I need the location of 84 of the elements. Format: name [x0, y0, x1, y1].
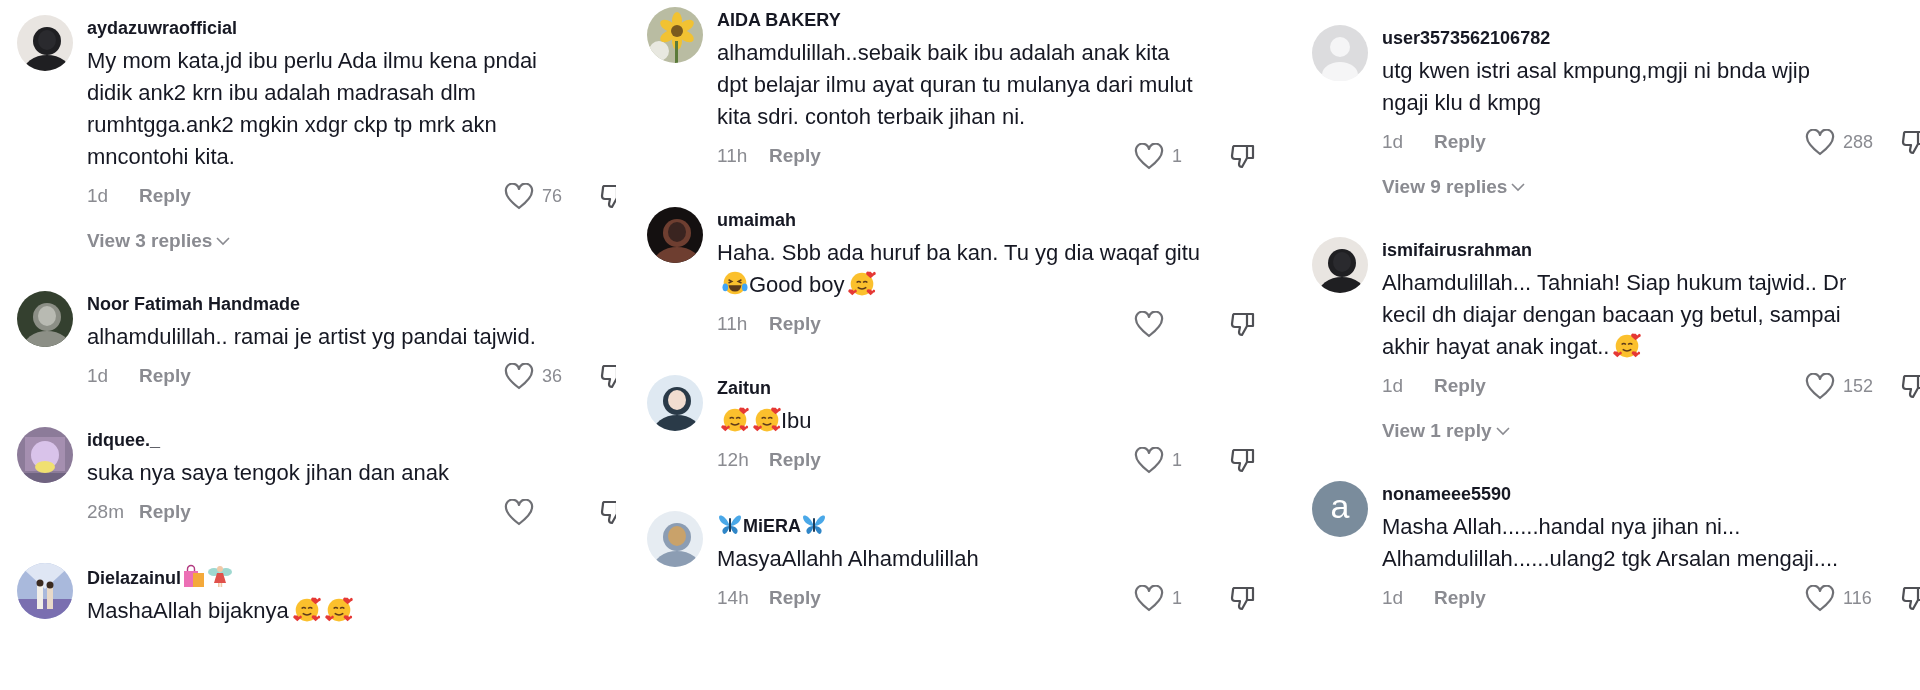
comment-time: 1d: [1382, 131, 1405, 153]
like-button[interactable]: 1: [1134, 446, 1229, 474]
chevron-down-icon: [1511, 182, 1526, 192]
comment-text: utg kwen istri asal kmpung,mgji ni bnda wjip ngaji klu d kmpg: [1382, 58, 1810, 115]
reply-button[interactable]: Reply: [1434, 375, 1486, 397]
username: MiERA: [743, 516, 801, 536]
thumbs-down-icon[interactable]: [1900, 372, 1920, 400]
reply-button[interactable]: Reply: [769, 313, 821, 335]
comment-time: 1d: [87, 365, 110, 387]
comment-text: Haha. Sbb ada huruf ba kan. Tu yg dia waqaf gitu: [717, 240, 1201, 265]
comment-time: 28m: [87, 501, 125, 523]
view-replies-link[interactable]: View 1 reply: [1382, 417, 1510, 445]
username: Dielazainul: [87, 568, 182, 588]
username: idquee._: [87, 430, 161, 450]
comment-text: MasyaAllahh Alhamdulillah: [717, 546, 979, 571]
like-button[interactable]: 36: [504, 362, 599, 390]
reply-button[interactable]: Reply: [769, 587, 821, 609]
username: umaimah: [717, 210, 797, 230]
smiling-face-hearts-icon: [1613, 331, 1642, 359]
username: ismifairusrahman: [1382, 240, 1533, 260]
comment-text: akhir hayat anak ingat..: [1382, 334, 1610, 359]
reply-button[interactable]: Reply: [139, 501, 191, 523]
laughing-face-icon: [721, 269, 749, 297]
comment-time: 1d: [1382, 587, 1405, 609]
reply-button[interactable]: Reply: [1434, 587, 1486, 609]
thumbs-down-icon[interactable]: [1900, 584, 1920, 612]
comment-time: 1d: [87, 185, 110, 207]
comment-text: My mom kata,jd ibu perlu Ada ilmu kena pndai didik ank2 krn ibu adalah madrasah dlm rumhtgga.ank2 mgkin xdgr ckp tp mrk akn mncontohi kita.: [87, 48, 537, 169]
comment-time: 11h: [717, 145, 749, 167]
comment-text: suka nya saya tengok jihan dan anak: [87, 460, 450, 485]
like-button[interactable]: 288: [1805, 128, 1900, 156]
reply-button[interactable]: Reply: [769, 145, 821, 167]
comment-time: 11h: [717, 313, 749, 335]
comment-time: 12h: [717, 449, 750, 471]
username: Noor Fatimah Handmade: [87, 294, 301, 314]
like-button[interactable]: 1: [1134, 584, 1229, 612]
heart-icon: [1134, 142, 1164, 170]
thumbs-down-icon[interactable]: [1229, 446, 1257, 474]
thumbs-down-icon[interactable]: [1229, 142, 1257, 170]
reply-button[interactable]: Reply: [139, 365, 191, 387]
view-replies-link[interactable]: View 9 replies: [1382, 173, 1526, 201]
avatar: a: [1312, 481, 1368, 537]
smiling-face-hearts-icon: [721, 405, 749, 433]
comment-text: alhamdulillah.. ramai je artist yg pandai tajwid.: [87, 324, 536, 349]
heart-icon: [1134, 446, 1164, 474]
comment-time: 14h: [717, 587, 750, 609]
like-button[interactable]: 76: [504, 182, 599, 210]
smiling-face-hearts-icon: [848, 269, 877, 297]
like-button[interactable]: 152: [1805, 372, 1900, 400]
heart-icon: [1805, 372, 1835, 400]
reply-button[interactable]: Reply: [769, 449, 821, 471]
smiling-face-hearts-icon: [324, 595, 353, 623]
comment-time: 1d: [1382, 375, 1405, 397]
view-replies-link[interactable]: View 3 replies: [87, 227, 231, 255]
comment-text: Good boy: [749, 272, 845, 297]
heart-icon: [504, 362, 534, 390]
username: aydazuwraofficial: [87, 18, 238, 38]
heart-icon: [504, 182, 534, 210]
username: user3573562106782: [1382, 28, 1551, 48]
reply-button[interactable]: Reply: [139, 185, 191, 207]
heart-icon: [1134, 584, 1164, 612]
username: AIDA BAKERY: [717, 10, 841, 30]
like-button[interactable]: 116: [1805, 584, 1900, 612]
heart-icon: [504, 498, 534, 526]
chevron-down-icon: [216, 236, 231, 246]
thumbs-down-icon[interactable]: [1229, 310, 1257, 338]
reply-button[interactable]: Reply: [1434, 131, 1486, 153]
fairy-icon: [207, 563, 234, 589]
smiling-face-hearts-icon: [753, 405, 781, 433]
heart-icon: [1805, 128, 1835, 156]
chevron-down-icon: [1495, 426, 1510, 436]
smiling-face-hearts-icon: [292, 595, 321, 623]
username: nonameee5590: [1382, 484, 1512, 504]
thumbs-down-icon[interactable]: [1229, 584, 1257, 612]
like-button[interactable]: 1: [1134, 142, 1229, 170]
thumbs-down-icon[interactable]: [1900, 128, 1920, 156]
heart-icon: [1134, 310, 1164, 338]
comment-text: Masha Allah......handal nya jihan ni... Alhamdulillah......ulang2 tgk Arsalan mengaji....: [1382, 514, 1839, 571]
heart-icon: [1805, 584, 1835, 612]
comment-text: alhamdulillah..sebaik baik ibu adalah anak kita dpt belajar ilmu ayat quran tu mulanya dari mulut kita sdri. contoh terbaik jihan ni.: [717, 40, 1193, 129]
comment-text: MashaAllah bijaknya: [87, 598, 289, 623]
user-avatar-icon: [1312, 25, 1368, 81]
comment-text: Ibu: [781, 408, 812, 433]
username: Zaitun: [717, 378, 771, 398]
